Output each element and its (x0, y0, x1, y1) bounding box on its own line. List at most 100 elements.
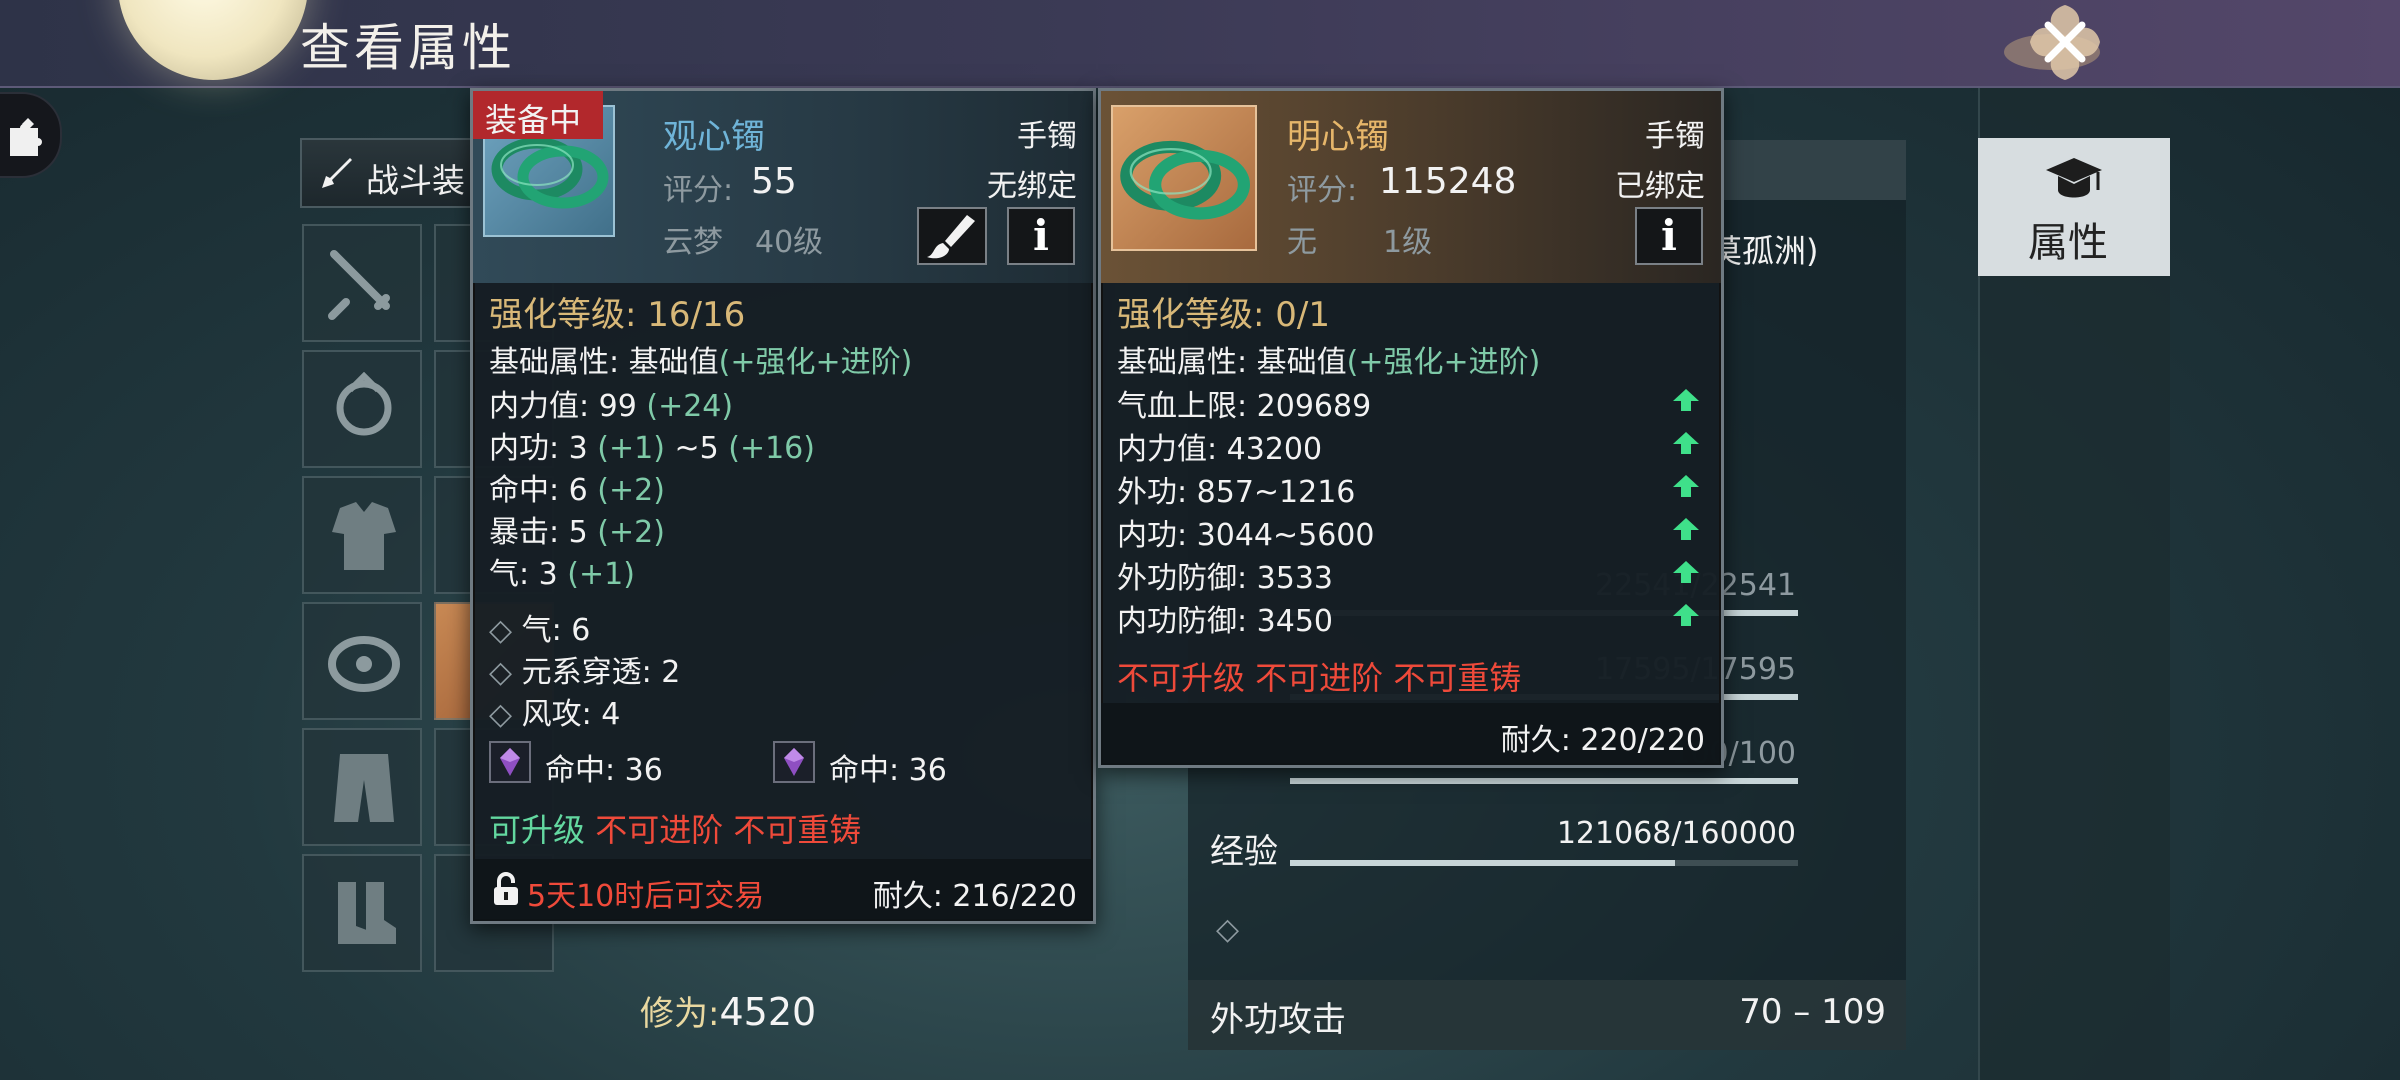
bind-status: 已绑定 (1615, 169, 1705, 204)
up-arrow-icon (1673, 561, 1699, 583)
no-advance-label: 不可进阶 (595, 811, 724, 849)
pants-icon (334, 754, 394, 822)
diamond-bullet: ◇ (489, 655, 522, 690)
score-label: 评分: (663, 173, 734, 208)
trade-lock-text: 5天10时后可交易 (527, 879, 765, 914)
base-stat-row: 外功防御: 3533 (1117, 561, 1333, 596)
extra-stat-row: ◇ 气: 6 (489, 605, 590, 649)
up-arrow-icon (1673, 389, 1699, 411)
enhance-level: 强化等级: 0/1 (1117, 295, 1330, 335)
info-button[interactable]: i (1007, 207, 1075, 265)
tab-combat-label: 战斗装 (366, 161, 465, 200)
base-attr-header: 基础属性: 基础值(+强化+进阶) (1117, 337, 1540, 381)
extra-stat-label: 气: 6 (521, 613, 591, 648)
location-text: 莫孤洲) (1710, 232, 1819, 270)
durability: 耐久: 220/220 (1500, 723, 1705, 758)
equip-slot-body[interactable] (302, 476, 422, 594)
tab-combat-equipment[interactable]: 战斗装 (300, 138, 480, 208)
base-stat-bonus: (+2) (597, 515, 665, 550)
base-attr-header-suffix: (+强化+进阶) (1346, 345, 1541, 380)
lock-icon (494, 872, 518, 905)
tooltip-footer: 5天10时后可交易 耐久: 216/220 (473, 859, 1093, 921)
base-stat-row: 内功: 3044~5600 (1117, 518, 1375, 553)
base-stat-row: 气血上限: 209689 (1117, 389, 1372, 424)
diamond-bullet: ◇ (489, 613, 522, 648)
item-type: 手镯 (1017, 119, 1077, 154)
base-stat-row: 内功防御: 3450 (1117, 604, 1333, 639)
base-stat-row: 内力值: 43200 (1117, 432, 1323, 467)
equip-slot-legs[interactable] (302, 728, 422, 846)
no-recast-label: 不可重铸 (733, 811, 862, 849)
equip-slot-feet[interactable] (302, 854, 422, 972)
side-menu-tab[interactable] (0, 92, 62, 178)
close-button[interactable] (1990, 0, 2140, 86)
item-icon-frame (1111, 105, 1257, 251)
scholar-hat-icon (2046, 158, 2102, 198)
score-value: 55 (751, 161, 797, 202)
helmet-icon (336, 372, 392, 436)
base-stat-row: 气: 3 (+1) (489, 549, 635, 593)
base-stat-row: 命中: 6 (+2) (489, 465, 665, 509)
up-arrow-icon (1673, 432, 1699, 454)
bind-status: 无绑定 (987, 169, 1077, 204)
base-stat-bonus: (+1) (597, 431, 665, 466)
diamond-bullet: ◇ (1216, 912, 1240, 947)
base-stat-label: 暴击: 5 (489, 515, 588, 550)
score-value: 115248 (1379, 161, 1517, 202)
base-stat-label: ~5 (674, 431, 719, 466)
durability: 耐久: 216/220 (872, 879, 1077, 914)
base-stat-row: 外功: 857~1216 (1117, 475, 1356, 510)
attack-row: 外功攻击 70 – 109 (1188, 980, 1906, 1050)
sword-icon (322, 158, 352, 188)
stat-bar-fill (1290, 778, 1798, 784)
appearance-button[interactable] (917, 207, 987, 265)
experience-label: 经验 (1210, 832, 1278, 872)
puzzle-icon (10, 118, 42, 156)
base-stat-bonus: (+16) (728, 431, 815, 466)
equipped-badge-label: 装备中 (485, 101, 582, 139)
gem-stat: 命中: 36 (545, 753, 663, 788)
base-attr-header-suffix: (+强化+进阶) (718, 345, 913, 380)
cultivation-label: 修为 (640, 994, 708, 1034)
item-school: 无 (1287, 225, 1317, 260)
cultivation-value: 4520 (719, 990, 817, 1034)
info-button[interactable]: i (1635, 207, 1703, 265)
item-level: 40级 (755, 225, 824, 260)
base-stat-row: 暴击: 5 (+2) (489, 507, 665, 551)
equip-slot-waist[interactable] (302, 602, 422, 720)
item-level: 1级 (1383, 225, 1433, 260)
gem-icon (773, 741, 815, 783)
extra-stat-row: ◇ 元系穿透: 2 (489, 647, 680, 691)
brush-icon (927, 215, 975, 259)
base-stat-row: 内力值: 99 (+24) (489, 381, 733, 425)
tab-attributes-label: 属性 (2028, 220, 2108, 266)
upgrade-status-row: 可升级 不可进阶 不可重铸 (489, 805, 861, 851)
info-icon: i (1033, 211, 1049, 260)
base-stat-label: 气: 3 (489, 557, 558, 592)
attack-label: 外功攻击 (1210, 1000, 1346, 1040)
info-icon: i (1661, 211, 1677, 260)
equipped-item-tooltip: 装备中 观心镯 手镯 评分: 55 无绑定 云梦 40级 i 强化等级: 16/… (470, 88, 1096, 924)
boots-icon (338, 882, 396, 944)
cultivation-display: 修为:4520 (640, 986, 1000, 1046)
up-arrow-icon (1673, 604, 1699, 626)
item-type: 手镯 (1645, 119, 1705, 154)
base-stat-row: 内功: 3 (+1) ~5 (+16) (489, 423, 815, 467)
gem-icon (489, 741, 531, 783)
extra-stat-label: 风攻: 4 (521, 697, 621, 732)
enhance-level: 强化等级: 16/16 (489, 295, 746, 335)
gem-stat: 命中: 36 (829, 753, 947, 788)
restriction-text: 不可升级 不可进阶 不可重铸 (1117, 659, 1522, 697)
base-stat-bonus: (+2) (597, 473, 665, 508)
experience-value: 121068/160000 (1556, 816, 1796, 851)
item-school: 云梦 (663, 225, 723, 260)
score-label: 评分: (1287, 173, 1358, 208)
base-attr-header-label: 基础属性: 基础值 (489, 345, 719, 380)
tooltip-footer: 耐久: 220/220 (1101, 703, 1721, 765)
tab-attributes[interactable]: 属性 (1978, 138, 2170, 276)
equip-slot-head[interactable] (302, 350, 422, 468)
up-arrow-icon (1673, 518, 1699, 540)
equip-slot-weapon[interactable] (302, 224, 422, 342)
diamond-bullet: ◇ (489, 697, 522, 732)
extra-stat-label: 元系穿透: 2 (521, 655, 681, 690)
